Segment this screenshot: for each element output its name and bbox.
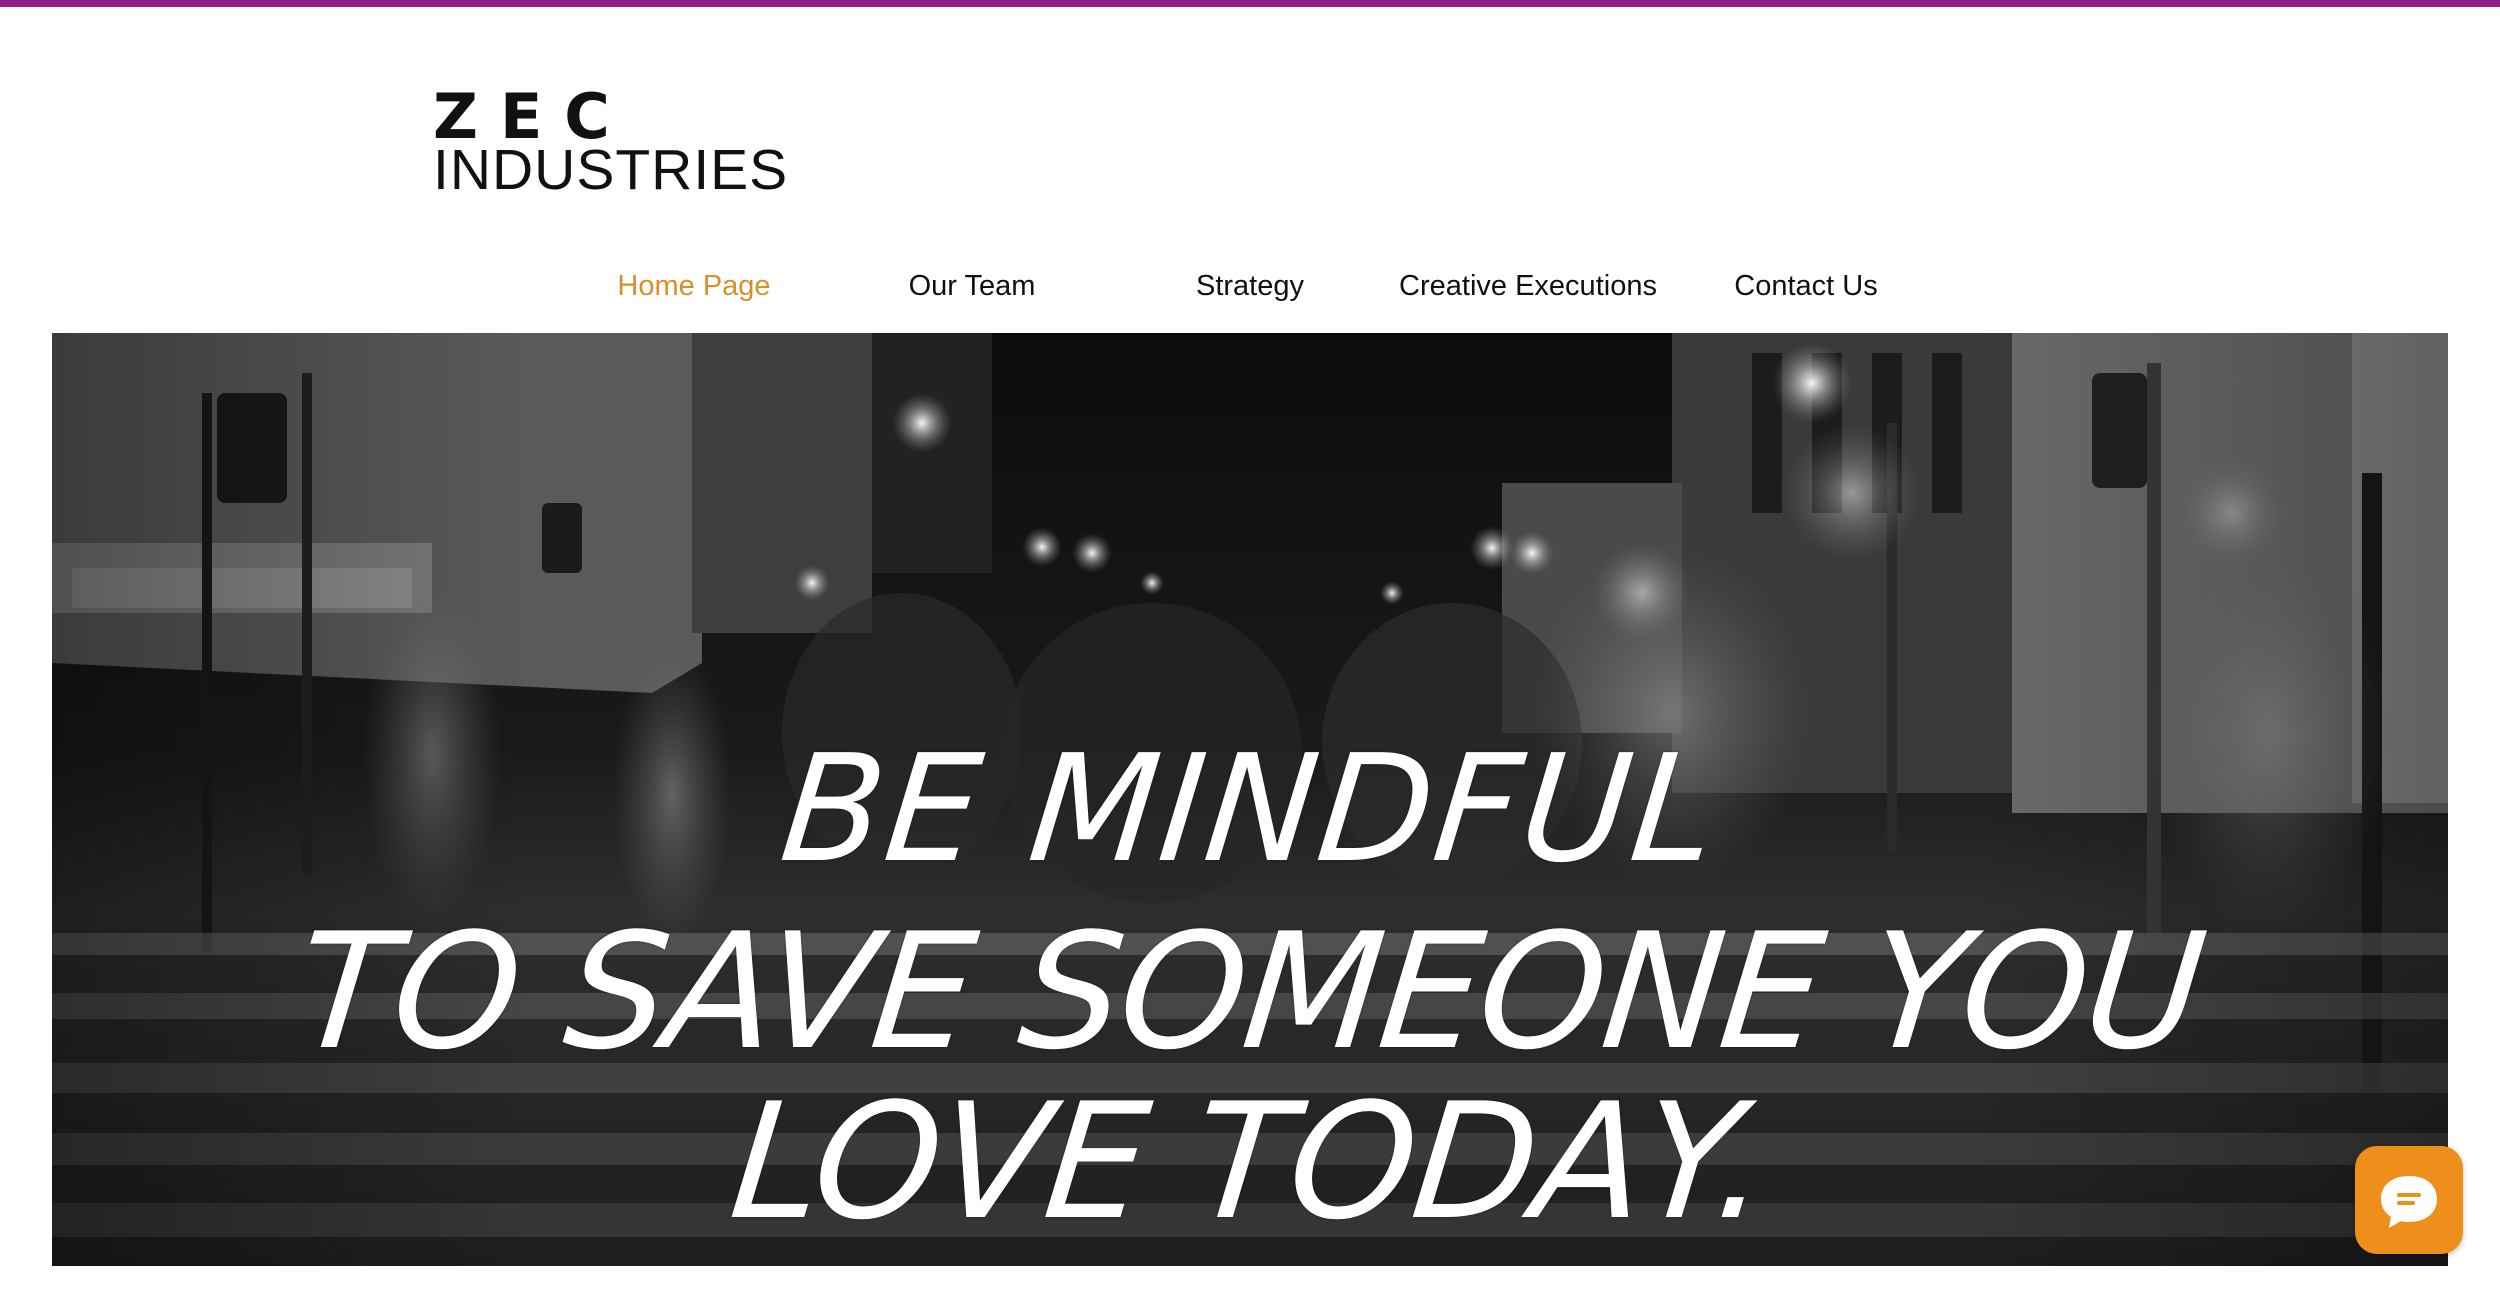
hero-headline-line-3: LOVE TODAY. bbox=[723, 1068, 1777, 1255]
top-accent-bar bbox=[0, 0, 2500, 7]
nav-contact-us[interactable]: Contact Us bbox=[1667, 262, 1945, 310]
site-logo[interactable]: ZEC INDUSTRIES bbox=[433, 86, 788, 199]
nav-home-page[interactable]: Home Page bbox=[555, 262, 833, 310]
nav-our-team[interactable]: Our Team bbox=[833, 262, 1111, 310]
chat-bubble-icon bbox=[2381, 1176, 2437, 1228]
logo-line-industries: INDUSTRIES bbox=[433, 138, 789, 202]
hero-banner: BE MINDFUL TO SAVE SOMEONE YOU LOVE TODA… bbox=[52, 333, 2448, 1266]
hero-headline: BE MINDFUL TO SAVE SOMEONE YOU LOVE TODA… bbox=[52, 333, 2448, 1266]
hero-headline-line-2: TO SAVE SOMEONE YOU bbox=[288, 898, 2212, 1085]
logo-line-zec: ZEC bbox=[433, 80, 632, 153]
hero-headline-line-1: BE MINDFUL bbox=[773, 723, 1727, 895]
chat-button[interactable] bbox=[2355, 1146, 2463, 1254]
nav-strategy[interactable]: Strategy bbox=[1111, 262, 1389, 310]
main-navigation: Home Page Our Team Strategy Creative Exe… bbox=[0, 262, 2500, 312]
nav-creative-executions[interactable]: Creative Executions bbox=[1389, 262, 1667, 310]
